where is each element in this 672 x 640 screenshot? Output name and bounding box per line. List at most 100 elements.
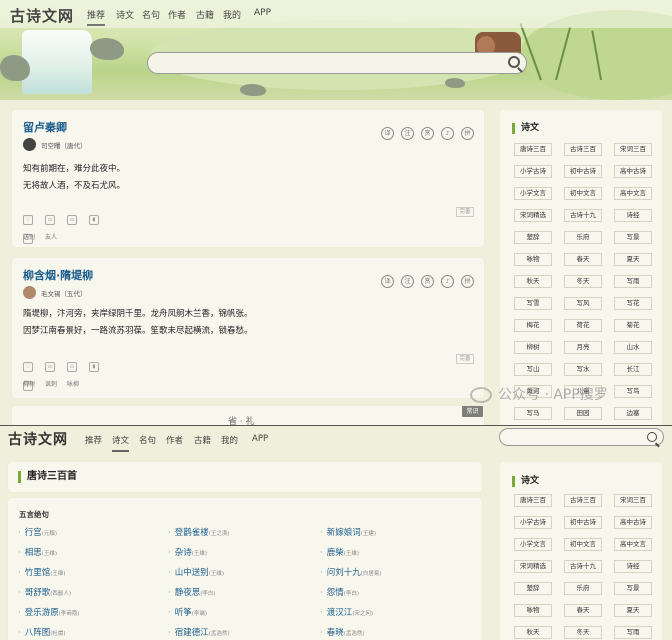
sidebar-tag[interactable]: 月亮 [564,341,602,354]
nav-item-app[interactable]: APP [254,8,271,18]
sidebar-tag[interactable]: 楚辞 [514,231,552,244]
pinyin-icon[interactable]: 拼 [461,127,474,140]
nav-item-recommend[interactable]: 推荐 [87,8,106,26]
sidebar-tag[interactable]: 山水 [614,341,652,354]
sidebar-tag[interactable]: 高中文言 [614,538,652,551]
poem-link-title[interactable]: 鹿柴 [327,548,344,558]
search-icon[interactable] [508,56,520,68]
poem-link-title[interactable]: 听筝 [175,608,192,618]
sidebar-tag[interactable]: 高中文言 [614,187,652,200]
poem-link-title[interactable]: 杂诗 [175,548,192,558]
sidebar-tag[interactable]: 梅花 [514,319,552,332]
sidebar-tag[interactable]: 写雨 [614,275,652,288]
sidebar-tag[interactable]: 诗经 [614,560,652,573]
sidebar-tag[interactable]: 初中古诗 [564,165,602,178]
audio-icon[interactable]: ◖ [89,215,99,225]
author-name[interactable]: 司空曙〔唐代〕 [41,140,87,150]
poem-link-title[interactable]: 春晓 [327,628,344,638]
appreciate-icon[interactable]: 赏 [421,275,434,288]
sidebar-tag[interactable]: 春天 [564,604,602,617]
poem-link[interactable]: · 渡汉江(宋之问) [320,606,373,618]
poem-link-title[interactable]: 静夜思 [175,588,201,598]
heart-icon[interactable]: ♡ [23,215,33,225]
sidebar-tag[interactable]: 唐诗三百 [514,494,552,507]
author-name[interactable]: 毛文锡〔五代〕 [41,288,87,298]
sidebar-tag[interactable]: 乐府 [564,582,602,595]
audio-icon[interactable]: ♪ [441,275,454,288]
nav-item-authors[interactable]: 作者 [168,8,186,21]
nav-item-books[interactable]: 古籍 [196,8,214,21]
poem-link[interactable]: · 静夜思(李白) [168,586,216,598]
nav-item-mine[interactable]: 我的 [221,434,238,446]
sidebar-tag[interactable]: 荷花 [564,319,602,332]
sidebar-tag[interactable]: 唐诗三百 [514,143,552,156]
poem-title[interactable]: 省 · 礼 [228,414,255,425]
heart-icon[interactable]: ♡ [23,362,33,372]
sidebar-tag[interactable]: 咏物 [514,253,552,266]
sidebar-tag[interactable]: 高中古诗 [614,165,652,178]
author-avatar[interactable] [23,138,36,151]
sidebar-tag[interactable]: 边塞 [614,407,652,420]
poem-link[interactable]: · 登鹳雀楼(王之涣) [168,526,230,538]
site-logo[interactable]: 古诗文网 [8,429,68,449]
tag-link[interactable]: 柳树 [23,381,35,388]
sidebar-tag[interactable]: 初中古诗 [564,516,602,529]
copy-icon[interactable]: ▫ [67,362,77,372]
sidebar-tag[interactable]: 咏物 [514,604,552,617]
poem-link[interactable]: · 竹里馆(王维) [18,566,66,578]
sidebar-tag[interactable]: 古诗三百 [564,494,602,507]
poem-title[interactable]: 留卢秦卿 [23,119,67,135]
nav-item-mine[interactable]: 我的 [223,8,241,21]
search-input[interactable] [147,52,527,74]
floating-label[interactable]: 常识 [462,406,483,417]
sidebar-tag[interactable]: 田园 [564,407,602,420]
tag-link[interactable]: 讽刺 [45,381,57,388]
poem-link[interactable]: · 杂诗(王维) [168,546,207,558]
sidebar-tag[interactable]: 秋天 [514,275,552,288]
poem-title[interactable]: 柳含烟·隋堤柳 [23,267,93,283]
tag-link[interactable]: 送别 [23,234,35,241]
poem-link[interactable]: · 行宫(元稹) [18,526,57,538]
sidebar-tag[interactable]: 小学古诗 [514,165,552,178]
poem-link-title[interactable]: 哥舒歌 [25,588,51,598]
sidebar-tag[interactable]: 宋词三百 [614,494,652,507]
sidebar-tag[interactable]: 古诗三百 [564,143,602,156]
site-logo[interactable]: 古诗文网 [10,5,74,26]
nav-item-app[interactable]: APP [252,434,268,444]
poem-link-title[interactable]: 行宫 [25,528,42,538]
sidebar-tag[interactable]: 宋词精选 [514,209,552,222]
author-avatar[interactable] [23,286,36,299]
poem-link[interactable]: · 新嫁娘词(王建) [320,526,376,538]
poem-link[interactable]: · 山中送别(王维) [168,566,224,578]
poem-link[interactable]: · 八阵图(杜甫) [18,626,66,638]
poem-link-title[interactable]: 山中送别 [175,568,209,578]
nav-item-poems[interactable]: 诗文 [116,8,134,21]
sidebar-tag[interactable]: 冬天 [564,275,602,288]
poem-link-title[interactable]: 问刘十九 [327,568,361,578]
edit-button[interactable]: 完善 [456,207,474,217]
poem-link[interactable]: · 登乐游原(李商隐) [18,606,80,618]
annotate-icon[interactable]: 注 [401,275,414,288]
translate-icon[interactable]: 译 [381,275,394,288]
sidebar-tag[interactable]: 初中文言 [564,538,602,551]
sidebar-tag[interactable]: 写雨 [614,626,652,639]
poem-link[interactable]: · 问刘十九(白居易) [320,566,382,578]
sidebar-tag[interactable]: 乐府 [564,231,602,244]
poem-link[interactable]: · 相思(王维) [18,546,57,558]
poem-link[interactable]: · 怨情(李白) [320,586,359,598]
nav-item-books[interactable]: 古籍 [194,434,211,446]
poem-link-title[interactable]: 渡汉江 [327,608,353,618]
appreciate-icon[interactable]: 赏 [421,127,434,140]
audio-icon[interactable]: ♪ [441,127,454,140]
poem-link[interactable]: · 鹿柴(王维) [320,546,359,558]
nav-item-authors[interactable]: 作者 [166,434,183,446]
poem-link-title[interactable]: 相思 [25,548,42,558]
sidebar-tag[interactable]: 写景 [614,582,652,595]
poem-link[interactable]: · 春晓(孟浩然) [320,626,365,638]
copy-icon[interactable]: ▫ [67,215,77,225]
search-input[interactable] [499,428,664,446]
tag-link[interactable]: 友人 [45,234,57,241]
sidebar-tag[interactable]: 春天 [564,253,602,266]
sidebar-tag[interactable]: 小学文言 [514,187,552,200]
poem-link-title[interactable]: 怨情 [327,588,344,598]
